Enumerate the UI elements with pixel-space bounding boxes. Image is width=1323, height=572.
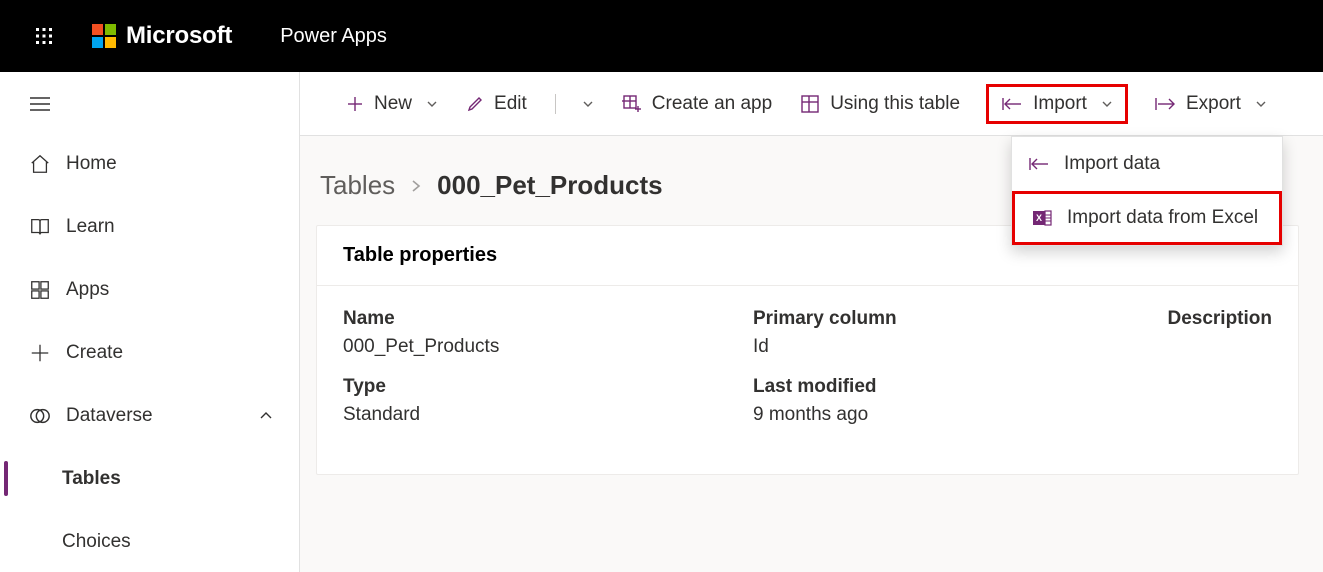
table-properties-card: Table properties Name 000_Pet_Products T… — [316, 225, 1299, 475]
split-divider — [555, 94, 556, 114]
app-title: Power Apps — [280, 25, 387, 48]
prop-label-type: Type — [343, 376, 753, 398]
cmd-label: Import — [1033, 93, 1087, 115]
prop-value-primary: Id — [753, 336, 1163, 358]
export-icon — [1154, 96, 1176, 112]
sidebar-item-label: Apps — [66, 279, 109, 301]
sidebar-item-dataverse[interactable]: Dataverse — [0, 384, 299, 447]
chevron-down-icon — [1255, 98, 1267, 110]
import-icon — [1001, 96, 1023, 112]
prop-label-modified: Last modified — [753, 376, 1163, 398]
prop-value-modified: 9 months ago — [753, 404, 1163, 426]
cmd-using-this-table[interactable]: Using this table — [798, 87, 962, 121]
microsoft-logo-icon — [92, 24, 116, 48]
pencil-icon — [466, 95, 484, 113]
cmd-export[interactable]: Export — [1152, 87, 1269, 121]
dataverse-icon — [28, 404, 52, 428]
dd-import-data[interactable]: Import data — [1012, 137, 1282, 191]
prop-value-name: 000_Pet_Products — [343, 336, 753, 358]
prop-label-description: Description — [1163, 308, 1272, 330]
sidebar-item-label: Choices — [62, 531, 131, 553]
apps-icon — [28, 278, 52, 302]
sidebar-item-label: Home — [66, 153, 117, 175]
book-icon — [28, 215, 52, 239]
cmd-create-app[interactable]: Create an app — [620, 87, 774, 121]
cmd-label: Export — [1186, 93, 1241, 115]
home-icon — [28, 152, 52, 176]
dd-item-label: Import data from Excel — [1067, 207, 1258, 229]
collapse-nav-button[interactable] — [0, 80, 299, 128]
breadcrumb-current: 000_Pet_Products — [437, 170, 662, 201]
cmd-edit[interactable]: Edit — [464, 87, 529, 121]
excel-icon: X — [1031, 208, 1053, 228]
plus-icon — [28, 341, 52, 365]
sidebar: Home Learn Apps Create — [0, 72, 300, 572]
main-pane: New Edit Create an app Using this table — [300, 72, 1323, 572]
sidebar-item-label: Create — [66, 342, 123, 364]
chevron-down-icon — [426, 98, 438, 110]
cmd-label: Edit — [494, 93, 527, 115]
dd-import-excel[interactable]: X Import data from Excel — [1012, 191, 1282, 245]
global-header: Microsoft Power Apps — [0, 0, 1323, 72]
chevron-down-icon — [582, 98, 594, 110]
chevron-right-icon — [409, 179, 423, 193]
sidebar-item-label: Dataverse — [66, 405, 153, 427]
prop-label-name: Name — [343, 308, 753, 330]
sidebar-item-apps[interactable]: Apps — [0, 258, 299, 321]
cmd-label: New — [374, 93, 412, 115]
prop-value-type: Standard — [343, 404, 753, 426]
svg-text:X: X — [1036, 213, 1042, 223]
command-bar: New Edit Create an app Using this table — [300, 72, 1323, 136]
create-app-icon — [622, 94, 642, 114]
chevron-down-icon — [1101, 98, 1113, 110]
table-icon — [800, 94, 820, 114]
sidebar-item-create[interactable]: Create — [0, 321, 299, 384]
microsoft-logo: Microsoft — [92, 22, 232, 50]
import-dropdown: Import data X Import data from Excel — [1011, 136, 1283, 246]
breadcrumb-parent[interactable]: Tables — [320, 170, 395, 201]
chevron-up-icon — [259, 409, 273, 423]
plus-icon — [346, 95, 364, 113]
sidebar-item-learn[interactable]: Learn — [0, 195, 299, 258]
cmd-new[interactable]: New — [344, 87, 440, 121]
prop-label-primary: Primary column — [753, 308, 1163, 330]
app-launcher-button[interactable] — [24, 28, 64, 44]
cmd-label: Using this table — [830, 93, 960, 115]
sidebar-item-label: Learn — [66, 216, 115, 238]
sidebar-item-choices[interactable]: Choices — [0, 510, 299, 572]
cmd-edit-dropdown[interactable] — [582, 92, 596, 116]
sidebar-item-label: Tables — [62, 468, 121, 490]
sidebar-item-home[interactable]: Home — [0, 132, 299, 195]
hamburger-icon — [30, 97, 50, 111]
dd-item-label: Import data — [1064, 153, 1160, 175]
cmd-label: Create an app — [652, 93, 772, 115]
cmd-import[interactable]: Import — [986, 84, 1128, 124]
import-icon — [1028, 156, 1050, 172]
waffle-icon — [36, 28, 52, 44]
microsoft-logo-text: Microsoft — [126, 22, 232, 50]
sidebar-item-tables[interactable]: Tables — [0, 447, 299, 510]
